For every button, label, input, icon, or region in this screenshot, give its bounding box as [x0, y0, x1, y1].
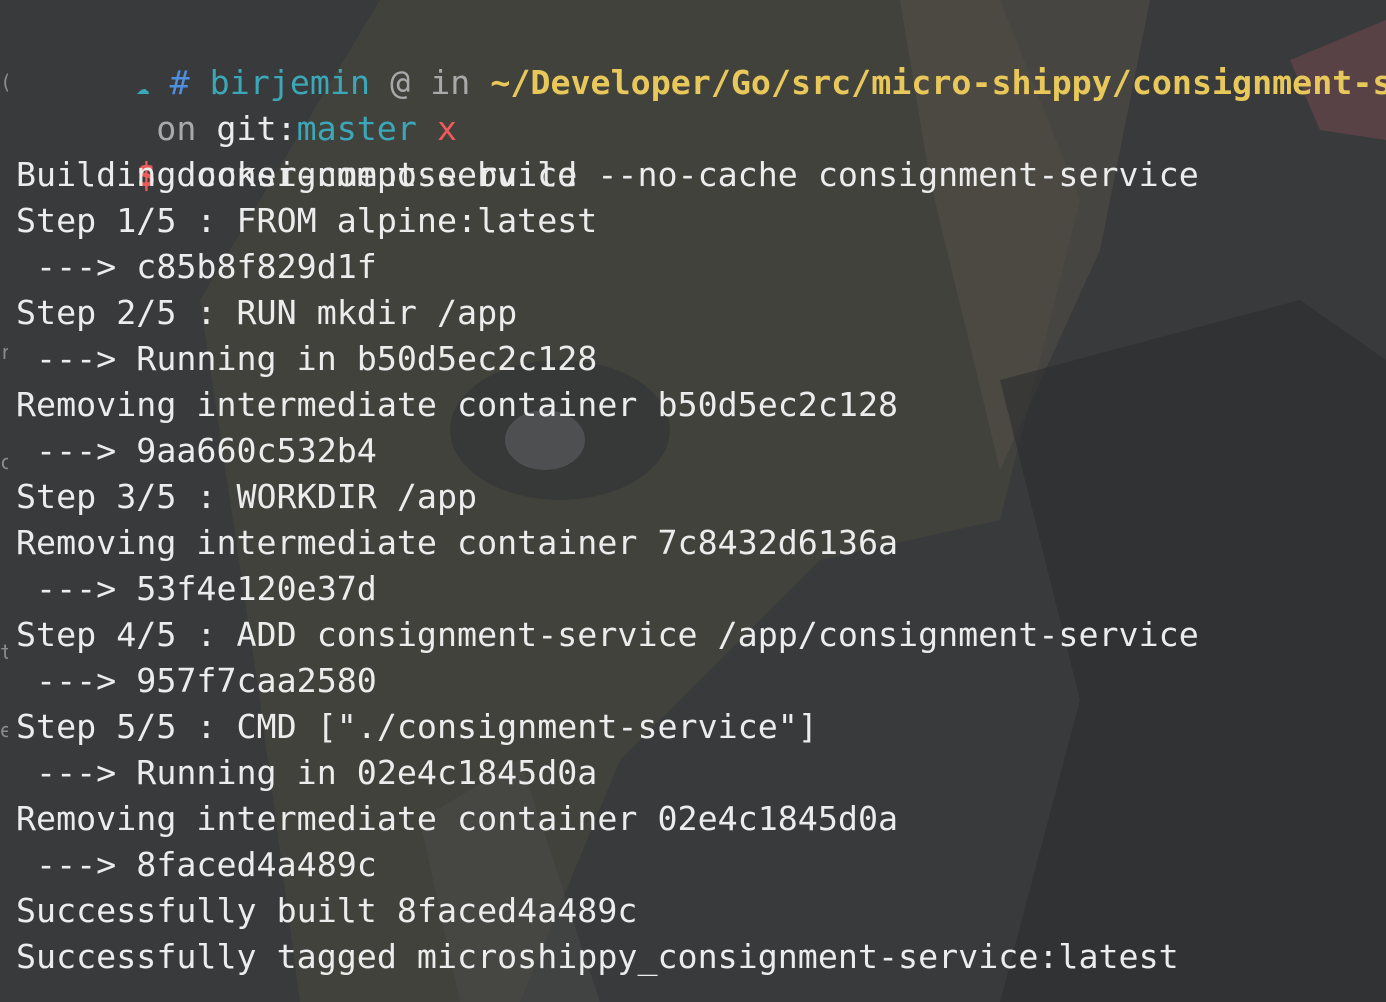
- output-line: Successfully built 8faced4a489c: [16, 891, 638, 930]
- output-line: Step 2/5 : RUN mkdir /app: [16, 293, 518, 332]
- left-edge-artifact: r: [0, 340, 8, 364]
- git-status-line: on git:master x: [36, 60, 457, 148]
- output-line: Removing intermediate container 02e4c184…: [16, 799, 899, 838]
- output-line: ---> 9aa660c532b4: [16, 431, 377, 470]
- output-line: Successfully tagged microshippy_consignm…: [16, 937, 1179, 976]
- output-line: Step 4/5 : ADD consignment-service /app/…: [16, 615, 1199, 654]
- output-line: ---> 957f7caa2580: [16, 661, 377, 700]
- output-line: ---> Running in b50d5ec2c128: [16, 339, 598, 378]
- left-edge-artifact: c: [0, 450, 8, 474]
- output-line: Step 5/5 : CMD ["./consignment-service"]: [16, 707, 818, 746]
- output-line: ---> 8faced4a489c: [16, 845, 377, 884]
- terminal-window[interactable]: ( r c t e ☁ # birjemin @ in ~/Developer/…: [0, 0, 1386, 1002]
- output-line: Step 3/5 : WORKDIR /app: [16, 477, 478, 516]
- prompt-path: ~/Developer/Go/src/micro-shippy/consignm…: [490, 63, 1386, 102]
- output-line: ---> c85b8f829d1f: [16, 247, 377, 286]
- output-line: Removing intermediate container b50d5ec2…: [16, 385, 899, 424]
- output-line: Removing intermediate container 7c8432d6…: [16, 523, 899, 562]
- output-line: Step 1/5 : FROM alpine:latest: [16, 201, 598, 240]
- left-edge-artifact: (: [0, 70, 8, 94]
- prompt-line: ☁ # birjemin @ in ~/Developer/Go/src/mic…: [16, 14, 1386, 102]
- left-edge-artifact: e: [0, 718, 8, 742]
- output-line: ---> 53f4e120e37d: [16, 569, 377, 608]
- command-line[interactable]: $ docker-compose build --no-cache consig…: [16, 106, 1198, 194]
- output-line: Building consignment-service: [16, 155, 578, 194]
- output-line: ---> Running in 02e4c1845d0a: [16, 753, 598, 792]
- left-edge-artifact: t: [0, 640, 8, 664]
